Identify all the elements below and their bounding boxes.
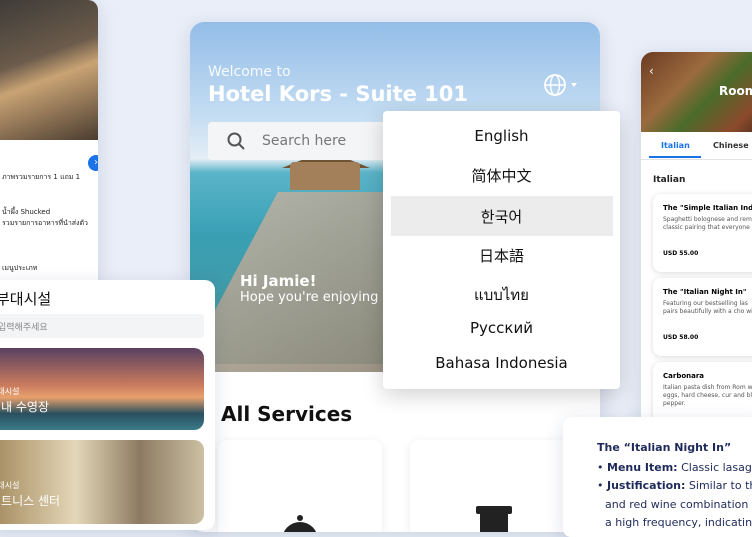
note-line4: a high frequency, indicatin <box>605 516 752 529</box>
pool-title: 실내 수영장 <box>0 400 50 414</box>
left-food-card: ภาพรวมรายการ 1 แถม 1 › น้ำผึ้ง Shucked ร… <box>0 0 98 300</box>
menu-section-title: Italian <box>653 175 686 185</box>
pool-photo[interactable]: 부대시설 실내 수영장 <box>0 348 204 430</box>
facilities-search-placeholder: 입력해주세요 <box>0 323 48 333</box>
greeting: Hi Jamie! <box>240 272 317 290</box>
note-line3: and red wine combination <box>605 498 749 511</box>
note-just-value: Similar to the <box>688 479 752 492</box>
tab-chinese[interactable]: Chinese <box>713 141 749 150</box>
overwater-hut <box>290 162 360 190</box>
welcome-text: Welcome to <box>208 64 291 80</box>
menu-item-price: USD 58.00 <box>663 334 699 341</box>
language-dropdown: English 简体中文 한국어 日本語 แบบไทย Русский Baha… <box>383 111 620 389</box>
menu-item-title: The "Simple Italian Indu <box>663 204 752 212</box>
tab-italian[interactable]: Italian <box>661 141 690 150</box>
note-title: The “Italian Night In” <box>597 441 732 454</box>
greeting-sub: Hope you're enjoying <box>240 290 379 305</box>
recommendation-note: The “Italian Night In” • Menu Item: Clas… <box>563 417 752 537</box>
note-just-label: Justification: <box>607 479 686 492</box>
hotel-name: Hotel Kors - Suite 101 <box>208 82 469 106</box>
language-option-indonesian[interactable]: Bahasa Indonesia <box>383 354 620 372</box>
fitness-title: 피트니스 센터 <box>0 494 61 508</box>
bartender-photo <box>0 0 98 140</box>
globe-icon[interactable] <box>542 72 578 98</box>
menu-item-title: The "Italian Night In" <box>663 288 747 296</box>
left-line1: ภาพรวมรายการ 1 แถม 1 <box>2 173 81 181</box>
room-service-icon <box>283 515 317 532</box>
language-option-russian[interactable]: Русский <box>383 319 620 337</box>
note-menu-line: • Menu Item: Classic lasagna <box>597 461 752 474</box>
menu-item-price: USD 55.00 <box>663 250 699 257</box>
left-line2: น้ำผึ้ง Shucked <box>2 208 51 216</box>
menu-app-screen: ‹ Room Italian Chinese Italian The "Simp… <box>641 52 752 432</box>
menu-item-desc: Italian pasta dish from Rom with eggs, h… <box>663 384 752 407</box>
menu-item-desc: Featuring our bestselling las pairs beau… <box>663 300 752 315</box>
language-option-chinese[interactable]: 简体中文 <box>383 165 620 186</box>
note-just-line: • Justification: Similar to the <box>597 479 752 492</box>
language-option-thai[interactable]: แบบไทย <box>383 283 620 307</box>
korean-facilities-card: 부대시설 입력해주세요 부대시설 실내 수영장 부대시설 피트니스 센터 <box>0 280 215 530</box>
fitness-photo[interactable]: 부대시설 피트니스 센터 <box>0 440 204 524</box>
facilities-title: 부대시설 <box>0 290 52 308</box>
search-placeholder: Search here <box>262 133 347 149</box>
next-arrow-button[interactable]: › <box>88 155 98 171</box>
tabs-divider <box>641 159 752 160</box>
language-option-english[interactable]: English <box>383 127 620 145</box>
menu-item-desc: Spaghetti bolognese and reme classic pai… <box>663 216 752 231</box>
menu-header-title: Room <box>719 84 752 98</box>
service-card-laundry[interactable] <box>410 440 574 532</box>
left-line4: เมนูประเภท <box>2 264 38 272</box>
note-menu-value: Classic lasagna <box>681 461 752 474</box>
tab-italian-underline <box>649 156 701 158</box>
facilities-search-input[interactable]: 입력해주세요 <box>0 314 204 338</box>
language-option-korean[interactable]: 한국어 <box>383 206 620 227</box>
services-title: All Services <box>221 402 353 426</box>
towel-icon <box>476 506 512 532</box>
menu-item-card[interactable]: The "Simple Italian Indu Spaghetti bolog… <box>653 194 752 272</box>
language-option-japanese[interactable]: 日本語 <box>383 245 620 266</box>
left-line3: รวมรายการอาหารที่นำส่งตัว <box>2 219 88 227</box>
note-menu-label: Menu Item: <box>607 461 678 474</box>
back-icon[interactable]: ‹ <box>649 64 654 78</box>
pool-small-label: 부대시설 <box>0 387 20 396</box>
search-icon <box>227 132 245 150</box>
menu-item-card[interactable]: The "Italian Night In" Featuring our bes… <box>653 278 752 356</box>
service-card-room[interactable] <box>218 440 382 532</box>
menu-item-title: Carbonara <box>663 372 705 380</box>
search-input[interactable]: Search here <box>208 122 408 160</box>
fitness-small-label: 부대시설 <box>0 481 20 490</box>
